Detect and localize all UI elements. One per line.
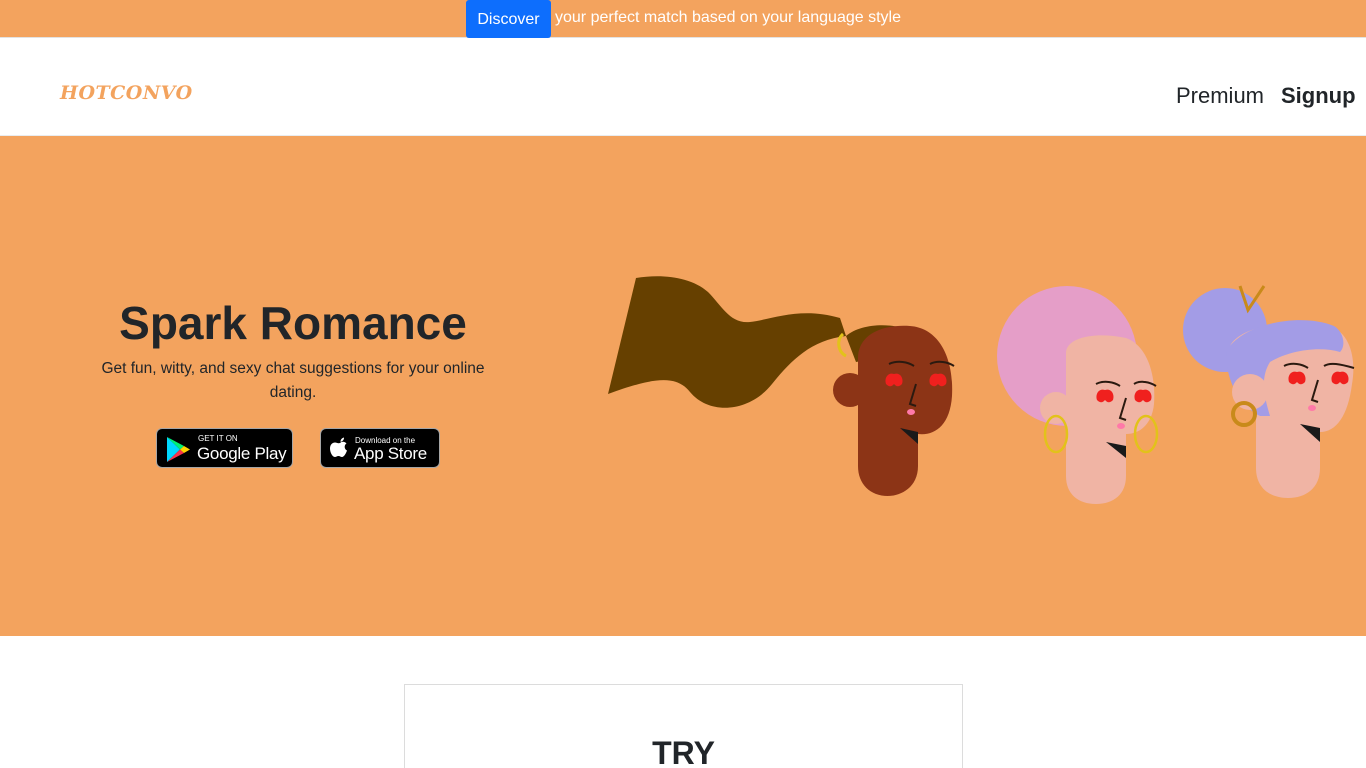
nav-link-signup[interactable]: Signup	[1281, 83, 1356, 109]
face-bun-illustration	[1183, 285, 1355, 498]
app-store-big-text: App Store	[354, 444, 427, 463]
hero-illustration	[608, 276, 1355, 504]
google-play-small-text: GET IT ON	[198, 434, 238, 443]
face-ponytail-illustration	[608, 276, 955, 496]
navbar: HOTCONVO Premium Signup	[0, 38, 1366, 136]
try-card: TRY	[404, 684, 963, 768]
hero-title: Spark Romance	[119, 297, 467, 349]
brand-logo[interactable]: HOTCONVO	[60, 82, 193, 104]
google-play-icon	[167, 437, 190, 462]
try-title: TRY	[652, 735, 715, 768]
google-play-big-text: Google Play	[197, 444, 287, 463]
face-afro-illustration	[997, 286, 1159, 504]
banner-text: your perfect match based on your languag…	[555, 9, 901, 26]
announcement-banner: Discover your perfect match based on you…	[0, 0, 1366, 38]
apple-icon	[330, 437, 347, 457]
discover-button[interactable]: Discover	[466, 0, 551, 38]
hero-subtitle: Get fun, witty, and sexy chat suggestion…	[101, 360, 485, 401]
nav-link-premium[interactable]: Premium	[1176, 83, 1264, 109]
hero-section: Spark Romance Get fun, witty, and sexy c…	[0, 136, 1366, 636]
app-store-button[interactable]: Download on the App Store	[320, 428, 440, 468]
google-play-button[interactable]: GET IT ON Google Play	[156, 428, 293, 468]
